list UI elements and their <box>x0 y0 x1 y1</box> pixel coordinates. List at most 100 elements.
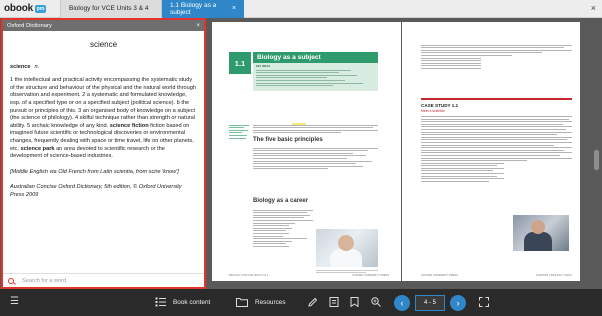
notes-button[interactable] <box>329 297 339 307</box>
text-line <box>421 180 489 182</box>
annotate-button[interactable] <box>308 297 318 307</box>
dictionary-header: Oxford Dictionary × <box>3 20 204 31</box>
book-tab-label: Biology for VCE Units 3 & 4 <box>69 5 149 12</box>
definition-list: 1 the intellectual and practical activit… <box>10 77 197 161</box>
logo-text: obook <box>4 3 33 14</box>
book-content-button[interactable]: Book content <box>155 297 210 307</box>
headword: science <box>10 63 31 70</box>
book-content-label: Book content <box>173 298 211 306</box>
text-line <box>421 144 554 146</box>
text-line <box>421 152 572 154</box>
logo-badge: pro <box>35 4 46 13</box>
text-line <box>421 128 566 130</box>
text-line <box>229 134 247 136</box>
text-line <box>421 149 565 151</box>
text-line <box>253 219 313 221</box>
text-line <box>421 173 505 175</box>
text-line <box>256 72 340 74</box>
text-line <box>421 178 505 180</box>
text-line <box>253 227 292 229</box>
page-number-input[interactable]: 4 - 5 <box>415 295 445 311</box>
photo-figure-head <box>531 220 545 234</box>
case-study-subtitle: Meet a scientist <box>421 109 445 113</box>
dictionary-title: Oxford Dictionary <box>7 22 52 29</box>
text-line <box>253 132 341 134</box>
text-line <box>253 147 378 149</box>
photo-caption <box>316 268 378 274</box>
text-line <box>421 162 505 164</box>
zoom-icon <box>371 297 381 307</box>
tab-book-title[interactable]: Biology for VCE Units 3 & 4 <box>60 0 162 18</box>
right-intro-text <box>421 43 572 69</box>
text-line <box>421 47 565 49</box>
photo-figure-coat <box>330 249 362 267</box>
footer-chapter: CHAPTER 1 BIOLOGY TODAY <box>535 274 572 277</box>
phrase-science-park: science park <box>20 145 55 152</box>
text-line <box>256 69 352 71</box>
text-line <box>253 165 363 167</box>
pencil-icon <box>308 297 318 307</box>
bookmark-button[interactable] <box>350 297 359 307</box>
bookmark-icon <box>350 297 359 307</box>
chapter-tab-label: 1.1 Biology as a subject <box>170 1 217 16</box>
text-line <box>421 134 557 136</box>
text-line <box>421 123 563 125</box>
search-icon <box>8 277 14 284</box>
dictionary-search-input[interactable]: Search for a word <box>3 273 204 287</box>
bottom-toolbar: ☰ Book content Resources <box>0 289 602 316</box>
text-line <box>421 118 569 120</box>
text-line <box>253 235 283 237</box>
footer-book-title: BIOLOGY FOR VCE UNITS 3 & 4 <box>229 274 269 277</box>
part-of-speech: n. <box>34 63 40 70</box>
text-line <box>253 243 286 245</box>
note-icon <box>329 297 339 307</box>
text-line <box>421 57 482 59</box>
tab-close-icon[interactable]: × <box>232 5 236 12</box>
text-line <box>421 136 572 138</box>
zoom-button[interactable] <box>371 297 381 307</box>
case-study-photo <box>513 215 569 251</box>
text-line <box>256 85 334 87</box>
next-page-button[interactable]: › <box>450 295 466 311</box>
dictionary-source: Australian Concise Oxford Dictionary, 5t… <box>10 184 182 198</box>
text-line <box>256 74 358 76</box>
scientist-photo <box>316 229 378 267</box>
folder-icon <box>236 298 248 307</box>
tab-chapter[interactable]: 1.1 Biology as a subject × <box>162 0 244 18</box>
book-page-left: 1.1 Biology as a subject KEY IDEAS The f… <box>212 22 401 281</box>
text-line <box>421 52 542 54</box>
photo-figure-head <box>338 235 354 251</box>
text-line <box>253 222 295 224</box>
page-navigator: ‹ 4 - 5 › <box>394 295 466 311</box>
key-ideas-box: KEY IDEAS <box>253 63 378 91</box>
text-line <box>253 217 304 219</box>
text-line <box>421 116 572 117</box>
text-line <box>421 65 482 67</box>
text-line <box>421 131 572 133</box>
fullscreen-button[interactable] <box>479 297 489 307</box>
text-line <box>421 141 572 143</box>
text-line <box>229 137 246 139</box>
intro-paragraph <box>253 123 378 134</box>
footer-publisher-left: OXFORD UNIVERSITY PRESS <box>352 274 389 277</box>
dictionary-close-icon[interactable]: × <box>196 23 200 29</box>
resources-button[interactable]: Resources <box>236 297 286 307</box>
text-line <box>253 168 328 170</box>
text-line <box>253 209 313 211</box>
page-scroll-handle[interactable] <box>594 150 599 170</box>
footer-publisher-right: OXFORD UNIVERSITY PRESS <box>421 274 458 277</box>
dictionary-body: science science n. 1 the intellectual and… <box>3 31 204 200</box>
previous-page-button[interactable]: ‹ <box>394 295 410 311</box>
window-close-icon[interactable]: × <box>591 3 596 13</box>
career-heading: Biology as a career <box>253 198 309 204</box>
text-line <box>421 170 494 172</box>
text-line <box>253 240 292 242</box>
text-line <box>253 212 307 214</box>
looked-up-word: science <box>89 40 118 49</box>
key-ideas-label: KEY IDEAS <box>256 65 270 68</box>
menu-button[interactable]: ☰ <box>10 297 19 307</box>
obook-logo[interactable]: obook pro <box>0 3 60 14</box>
text-line <box>421 167 505 169</box>
text-line <box>421 67 482 69</box>
text-line <box>229 124 249 126</box>
